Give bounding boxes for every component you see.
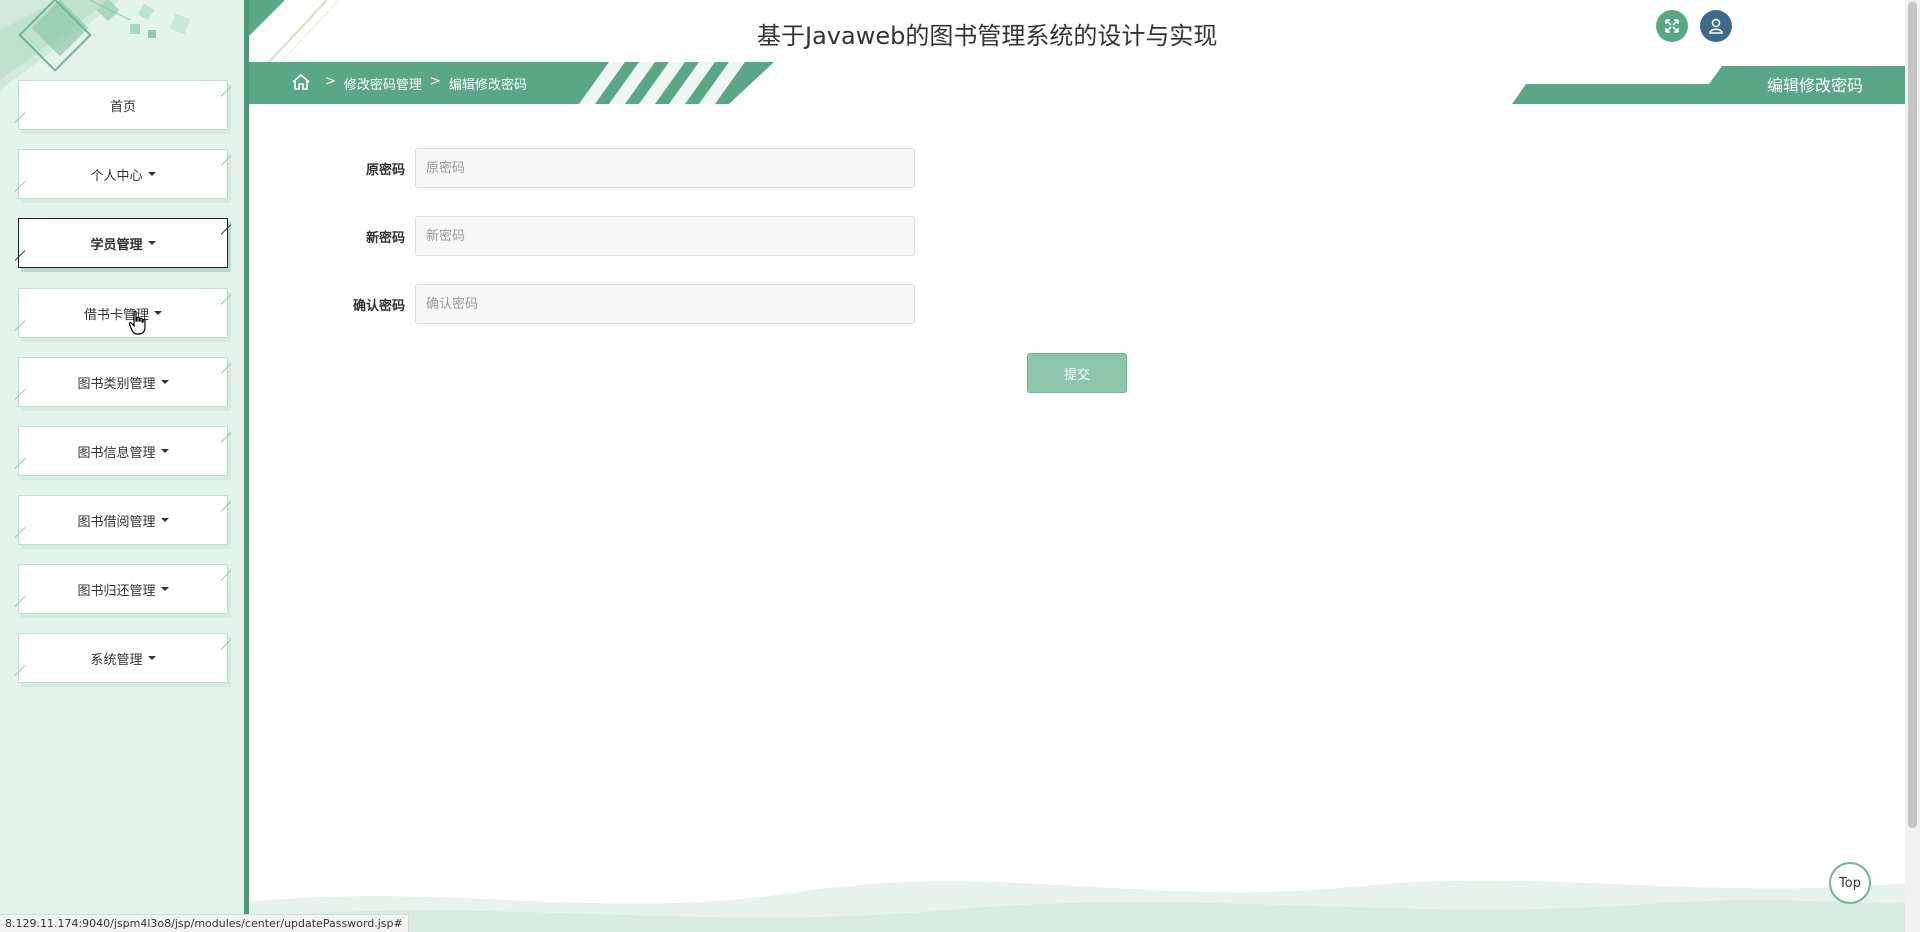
caret-down-icon [160,449,169,453]
sidebar-item-label: 图书类别管理 [77,376,156,392]
decor-slash [220,224,232,235]
caret-down-icon [147,172,156,176]
sidebar-item-label: 图书归还管理 [77,583,156,599]
caret-down-icon [160,518,169,522]
decor-slash [14,389,26,400]
breadcrumb-bar: > 修改密码管理 > 编辑修改密码 编辑修改密码 [249,62,1920,104]
expand-icon [1665,19,1679,33]
sidebar-item-book-info-management[interactable]: 图书信息管理 [14,426,232,476]
decor-slash [220,363,232,374]
sidebar-item-book-category-management[interactable]: 图书类别管理 [14,357,232,407]
sidebar-item-student-management[interactable]: 学员管理 [14,218,232,268]
back-to-top-button[interactable]: Top [1829,862,1871,904]
app-title: 基于Javaweb的图书管理系统的设计与实现 [757,22,1218,50]
form-row-old-password: 原密码 [300,148,1000,188]
sidebar-item-home[interactable]: 首页 [14,80,232,130]
sidebar-divider [244,0,249,932]
header-decoration [249,0,340,62]
confirm-password-label: 确认密码 [352,299,405,314]
old-password-label: 原密码 [365,163,405,178]
new-password-input[interactable] [415,216,915,256]
sidebar-item-label: 首页 [109,99,136,115]
home-icon[interactable] [291,73,311,91]
old-password-input[interactable] [415,148,915,188]
breadcrumb-item-password-management[interactable]: 修改密码管理 [344,74,422,93]
decor-slash [14,181,26,192]
status-url: 8.129.11.174:9040/jspm4l3o8/jsp/modules/… [0,914,409,932]
form-row-new-password: 新密码 [300,216,1000,256]
sidebar-item-library-card-management[interactable]: 借书卡管理 [14,288,232,338]
form-row-confirm-password: 确认密码 [300,284,1000,324]
new-password-label: 新密码 [365,231,405,246]
sidebar-item-label: 学员管理 [90,237,143,253]
fullscreen-button[interactable] [1656,10,1688,42]
caret-down-icon [160,380,169,384]
bottom-wave-decoration [249,880,1920,932]
vertical-scrollbar[interactable] [1905,0,1920,932]
user-button[interactable] [1700,10,1732,42]
hand-pointer-icon [128,310,146,335]
decor-slash [14,250,26,261]
decor-slash [220,294,232,305]
decor-slash [220,155,232,166]
decor-slash [14,458,26,469]
caret-down-icon [160,587,169,591]
decor-slash [220,501,232,512]
sidebar-item-label: 个人中心 [90,168,143,184]
sidebar-item-system-management[interactable]: 系统管理 [14,633,232,683]
scrollbar-thumb[interactable] [1908,2,1917,828]
confirm-password-input[interactable] [415,284,915,324]
page-title: 编辑修改密码 [1766,76,1863,95]
sidebar-item-personal-center[interactable]: 个人中心 [14,149,232,199]
sidebar-item-label: 系统管理 [90,652,143,668]
breadcrumb-separator: > [429,74,441,89]
decor-slash [14,527,26,538]
sidebar-item-label: 图书借阅管理 [77,514,156,530]
decor-slash [220,432,232,443]
caret-down-icon [154,311,162,315]
sidebar-item-book-borrow-management[interactable]: 图书借阅管理 [14,495,232,545]
decor-slash [14,112,26,123]
submit-button[interactable]: 提交 [1027,353,1127,393]
header: 基于Javaweb的图书管理系统的设计与实现 [249,0,1920,62]
sidebar: 首页 个人中心 学员管理 借书卡管理 图书类别管理 图书信息管理 图书借阅管理 … [0,0,244,932]
user-icon [1709,18,1723,34]
decor-slash [14,665,26,676]
decor-slash [14,320,26,331]
breadcrumb-item-edit-password: 编辑修改密码 [448,78,527,93]
breadcrumb-separator: > [325,74,336,89]
caret-down-icon [147,241,156,245]
decor-slash [220,639,232,650]
decor-slash [220,570,232,581]
breadcrumb: > 修改密码管理 > 编辑修改密码 [325,74,527,93]
caret-down-icon [147,656,156,660]
decor-slash [14,596,26,607]
sidebar-item-label: 图书信息管理 [77,445,156,461]
sidebar-item-book-return-management[interactable]: 图书归还管理 [14,564,232,614]
